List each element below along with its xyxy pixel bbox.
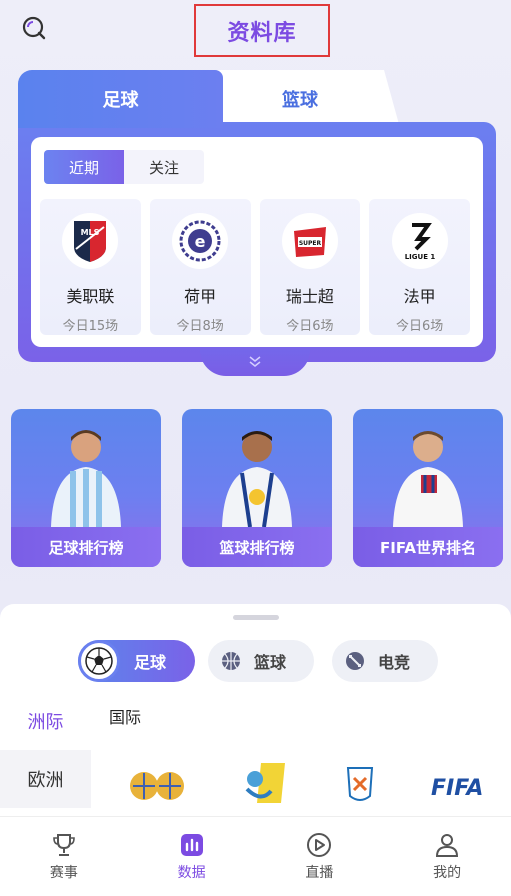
region-sidebar: 洲际 欧洲 xyxy=(0,692,91,816)
league-item-eredivisie[interactable]: e 荷甲 今日8场 xyxy=(149,199,251,335)
ranking-label: 篮球排行榜 xyxy=(182,527,332,567)
tab-basketball[interactable]: 篮球 xyxy=(200,70,400,128)
league-count: 今日6场 xyxy=(395,319,444,334)
page-title: 资料库 xyxy=(227,20,297,46)
cee-cup-logo-icon[interactable] xyxy=(344,766,376,810)
eredivisie-logo-icon: e xyxy=(172,213,229,269)
league-name: 荷甲 xyxy=(184,287,217,306)
football-player-image xyxy=(51,430,121,527)
sub-tab-recent[interactable]: 近期 xyxy=(44,150,124,184)
league-list: MLS 美职联 今日15场 e 荷甲 今日8场 SUPER 瑞士超 今日6场 L… xyxy=(40,199,470,335)
olympic-logo-icon[interactable] xyxy=(128,768,186,808)
swiss-super-league-logo-icon: SUPER xyxy=(281,213,338,269)
eredivisie-logo-text: e xyxy=(195,232,206,251)
league-count: 今日8场 xyxy=(176,319,224,334)
sport-tab-esports[interactable]: 电竞 xyxy=(332,640,438,682)
my-game-logo-icon[interactable] xyxy=(241,759,289,817)
user-icon xyxy=(436,833,459,857)
trophy-icon xyxy=(53,833,75,856)
league-count: 今日6场 xyxy=(286,319,334,334)
tab-basketball-label: 篮球 xyxy=(282,90,318,111)
sport-tab-label: 足球 xyxy=(134,653,167,672)
search-icon[interactable] xyxy=(20,14,48,42)
sport-tab-label: 电竞 xyxy=(378,653,411,672)
sidebar-item-europe[interactable]: 欧洲 xyxy=(0,750,91,808)
region-heading: 国际 xyxy=(109,708,142,727)
tab-football-label: 足球 xyxy=(102,90,139,111)
league-item-swiss[interactable]: SUPER 瑞士超 今日6场 xyxy=(259,199,361,335)
mls-logo-text: MLS xyxy=(81,228,100,237)
fifa-ranking-card[interactable]: FIFA世界排名 xyxy=(353,409,503,567)
page-title-box: 资料库 xyxy=(194,4,330,57)
football-ranking-card[interactable]: 足球排行榜 xyxy=(11,409,161,567)
ligue1-logo-text: LIGUE 1 xyxy=(404,253,435,261)
nav-item-live[interactable]: 直播 xyxy=(256,817,384,896)
bottom-nav: 赛事 数据 直播 我的 xyxy=(0,816,511,896)
nav-item-events[interactable]: 赛事 xyxy=(0,817,128,896)
basketball-icon xyxy=(220,650,242,672)
expand-button[interactable] xyxy=(200,350,310,376)
ligue1-logo-icon: LIGUE 1 xyxy=(391,213,448,269)
football-icon xyxy=(78,640,120,682)
swiss-logo-text: SUPER xyxy=(299,240,322,247)
competition-list: FIFA xyxy=(100,760,511,816)
basketball-player-image xyxy=(222,431,292,527)
double-chevron-down-icon xyxy=(248,355,262,371)
league-item-mls[interactable]: MLS 美职联 今日15场 xyxy=(40,199,141,335)
play-circle-icon xyxy=(307,832,332,857)
sport-tab-label: 篮球 xyxy=(254,653,287,672)
league-item-ligue1[interactable]: LIGUE 1 法甲 今日6场 xyxy=(369,199,470,335)
bar-chart-icon xyxy=(180,833,203,856)
nav-label: 直播 xyxy=(305,864,334,881)
mls-logo-icon: MLS xyxy=(62,213,119,269)
nav-item-data[interactable]: 数据 xyxy=(128,817,256,896)
nav-label: 赛事 xyxy=(49,864,78,881)
drag-handle[interactable] xyxy=(233,615,279,620)
nav-label: 数据 xyxy=(177,864,206,881)
league-name: 法甲 xyxy=(403,287,436,306)
nav-item-me[interactable]: 我的 xyxy=(383,817,511,896)
ranking-label: FIFA世界排名 xyxy=(353,527,503,567)
fifa-logo[interactable]: FIFA xyxy=(431,776,483,801)
nav-label: 我的 xyxy=(433,864,462,881)
fifa-player-image xyxy=(393,431,463,527)
league-name: 瑞士超 xyxy=(285,287,334,306)
basketball-ranking-card[interactable]: 篮球排行榜 xyxy=(182,409,332,567)
sport-tab-basketball[interactable]: 篮球 xyxy=(208,640,314,682)
sidebar-item-continental[interactable]: 洲际 xyxy=(0,692,91,750)
sub-tab-follow[interactable]: 关注 xyxy=(124,150,204,184)
esports-icon xyxy=(344,650,366,672)
tab-football[interactable]: 足球 xyxy=(18,70,223,128)
sport-tab-football[interactable]: 足球 xyxy=(78,640,195,682)
league-name: 美职联 xyxy=(66,287,115,306)
sub-tabs: 近期 关注 xyxy=(44,150,204,184)
league-count: 今日15场 xyxy=(62,319,119,334)
ranking-label: 足球排行榜 xyxy=(11,527,161,567)
